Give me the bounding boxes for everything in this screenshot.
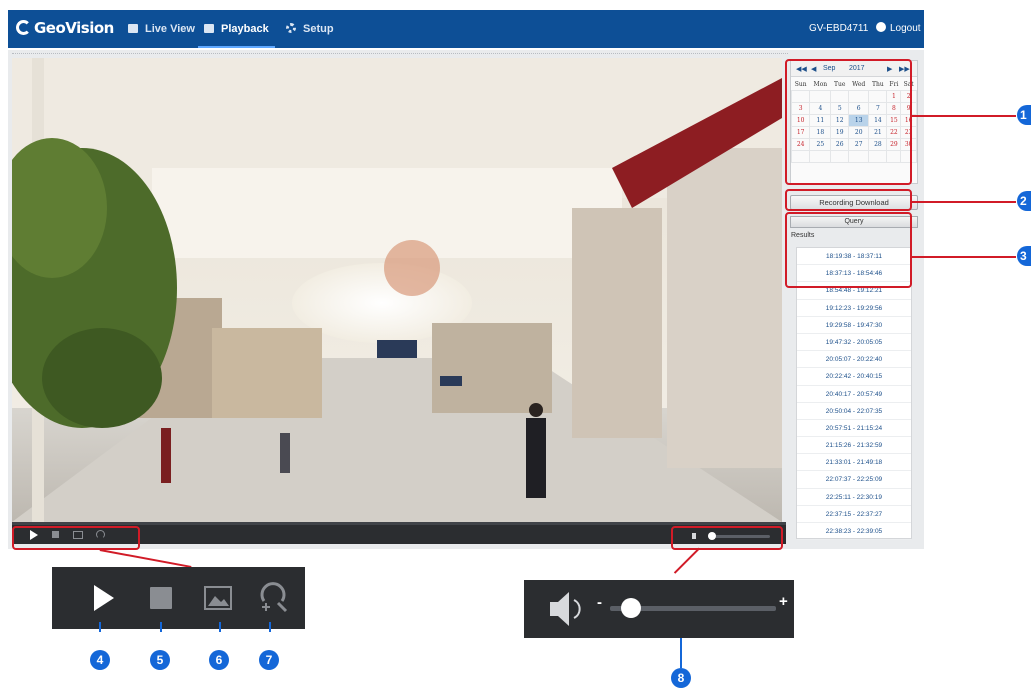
volume-plus: +: [779, 593, 788, 610]
annotation-box-playback-controls: [12, 526, 140, 550]
callout-2: 2: [1017, 191, 1031, 211]
callout-8: 8: [671, 668, 691, 688]
tab-playback-label: Playback: [221, 23, 269, 35]
result-item[interactable]: 20:57:51 - 21:15:24: [797, 420, 911, 438]
annotation-box-calendar: [785, 59, 912, 185]
result-item[interactable]: 20:05:07 - 20:22:40: [797, 351, 911, 369]
tab-live-view[interactable]: Live View: [122, 10, 201, 48]
digital-zoom-icon: [260, 582, 286, 602]
volume-minus: -: [597, 594, 602, 611]
annotation-line-controls: [99, 549, 192, 568]
result-item[interactable]: 19:12:23 - 19:29:56: [797, 300, 911, 317]
annotation-line-2: [912, 201, 1016, 203]
result-item[interactable]: 21:33:01 - 21:49:18: [797, 454, 911, 472]
annotation-line-3: [912, 256, 1016, 258]
zoomed-volume-control: - +: [524, 580, 794, 638]
callout-7: 7: [259, 650, 279, 670]
tab-setup-label: Setup: [303, 23, 334, 35]
callout-line-4: [99, 622, 101, 632]
power-icon: [876, 22, 886, 32]
tab-live-view-label: Live View: [145, 23, 195, 35]
video-frame: [12, 58, 782, 522]
results-list[interactable]: 18:19:38 - 18:37:11 18:37:13 - 18:54:46 18…: [796, 247, 912, 541]
annotation-box-volume: [671, 526, 783, 550]
callout-5: 5: [150, 650, 170, 670]
result-item[interactable]: 20:50:04 - 22:07:35: [797, 403, 911, 420]
callout-line-8: [680, 638, 682, 668]
timeline-ruler: [12, 53, 788, 57]
callout-1: 1: [1017, 105, 1031, 125]
annotation-box-download: [785, 189, 912, 211]
callout-6: 6: [209, 650, 229, 670]
callout-3: 3: [1017, 246, 1031, 266]
zoomed-volume-graphic: [550, 592, 776, 626]
gear-icon: [286, 23, 296, 33]
zoomed-controls-graphic: [94, 582, 288, 613]
logout-label: Logout: [890, 23, 921, 34]
callout-line-7: [269, 622, 271, 632]
callout-4: 4: [90, 650, 110, 670]
annotation-line-volume: [673, 547, 700, 574]
result-item[interactable]: 19:47:32 - 20:05:05: [797, 334, 911, 352]
film-icon: [204, 24, 214, 33]
tab-playback[interactable]: Playback: [198, 10, 275, 48]
callout-line-5: [160, 622, 162, 632]
callout-line-6: [219, 622, 221, 632]
result-item[interactable]: 22:25:11 - 22:30:19: [797, 489, 911, 506]
volume-slider-knob[interactable]: [620, 598, 641, 618]
result-item[interactable]: 22:38:23 - 22:39:05: [797, 523, 911, 541]
result-item[interactable]: 20:40:17 - 20:57:49: [797, 386, 911, 403]
result-item[interactable]: 20:22:42 - 20:40:15: [797, 368, 911, 386]
result-item[interactable]: 22:37:15 - 22:37:27: [797, 506, 911, 523]
video-player[interactable]: [12, 58, 782, 522]
zoomed-playback-controls: [52, 567, 305, 629]
result-item[interactable]: 22:07:37 - 22:25:09: [797, 471, 911, 489]
geovision-logo: GeoVision: [16, 19, 114, 37]
top-navbar: GeoVision Live View Playback Setup GV-EB…: [8, 10, 924, 48]
tab-setup[interactable]: Setup: [280, 10, 340, 48]
annotation-box-results: [785, 212, 912, 288]
result-item[interactable]: 21:15:26 - 21:32:59: [797, 437, 911, 455]
logo-text: GeoVision: [34, 19, 114, 37]
annotation-line-1: [912, 115, 1016, 117]
logout-button[interactable]: Logout: [876, 10, 921, 48]
play-icon: [94, 585, 114, 611]
monitor-icon: [128, 24, 138, 33]
speaker-icon: [550, 602, 558, 616]
result-item[interactable]: 19:29:58 - 19:47:30: [797, 317, 911, 334]
device-name: GV-EBD4711: [809, 23, 869, 34]
stop-icon: [150, 587, 172, 609]
